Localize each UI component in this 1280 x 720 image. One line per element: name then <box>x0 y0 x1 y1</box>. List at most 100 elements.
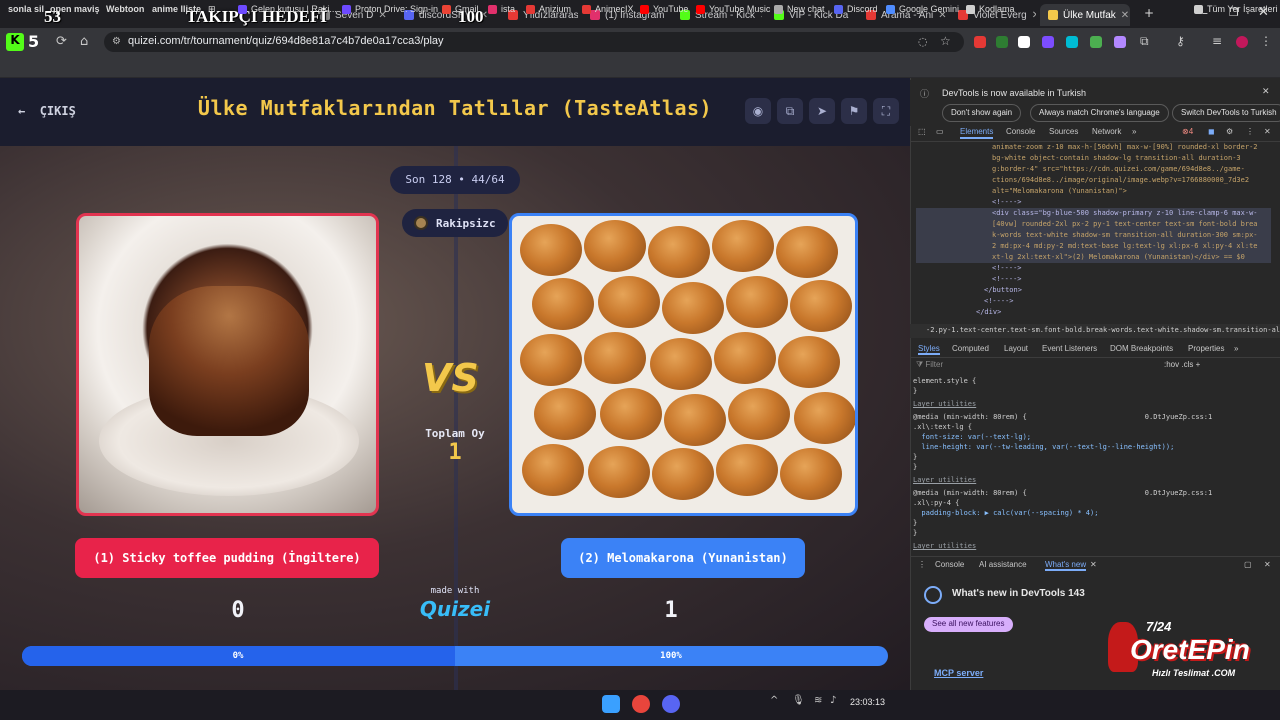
left-choice-button[interactable]: (1) Sticky toffee pudding (İngiltere) <box>75 538 379 578</box>
match-language-button[interactable]: Always match Chrome's language <box>1030 104 1169 122</box>
dont-show-again-button[interactable]: Don't show again <box>942 104 1022 122</box>
bookmark-item[interactable]: open maviş <box>50 4 100 14</box>
dom-line[interactable]: <!----> <box>916 296 1271 307</box>
dom-tree[interactable]: animate-zoom z-10 max-h-[50dvh] max-w-[9… <box>916 142 1271 322</box>
flag-icon[interactable]: ⚑ <box>841 98 867 124</box>
dom-line[interactable]: <div class="bg-blue-500 shadow-primary z… <box>916 208 1271 219</box>
right-choice-image[interactable] <box>509 213 858 516</box>
error-count-badge[interactable]: ⊗4 <box>1182 127 1193 136</box>
chrome-icon[interactable] <box>632 695 650 713</box>
more-subtabs-icon[interactable]: » <box>1234 344 1238 353</box>
switch-turkish-button[interactable]: Switch DevTools to Turkish <box>1172 104 1280 122</box>
volume-icon[interactable]: ♪ <box>830 695 836 706</box>
styles-filter-input[interactable]: ⧩ Filter :hov .cls + <box>916 360 1276 372</box>
extension-icon[interactable] <box>974 36 986 48</box>
discord-icon[interactable] <box>662 695 680 713</box>
extension-icon[interactable] <box>1042 36 1054 48</box>
tab-console[interactable]: Console <box>1006 127 1035 136</box>
all-bookmarks-folder[interactable]: Tüm Yer İşaretleri <box>1194 4 1278 14</box>
issues-icon[interactable]: ◼ <box>1208 127 1215 136</box>
dom-breadcrumb[interactable]: -2.py-1.text-center.text-sm.font-bold.br… <box>910 324 1280 338</box>
tab-sources[interactable]: Sources <box>1049 127 1078 136</box>
dom-line[interactable]: <!----> <box>916 263 1271 274</box>
device-toggle-icon[interactable]: ▭ <box>936 127 944 136</box>
drawer-menu-icon[interactable]: ⋮ <box>918 560 926 569</box>
home-icon[interactable]: ⌂ <box>80 34 88 49</box>
reload-icon[interactable]: ⟳ <box>56 34 67 49</box>
bookmark-item[interactable]: YouTube Music <box>696 4 770 14</box>
mcp-server-link[interactable]: MCP server <box>934 668 983 678</box>
bookmark-item[interactable]: Gmail <box>442 4 479 14</box>
bookmark-item[interactable]: Gelen kutusu | Raki... <box>238 4 337 14</box>
drawer-tab-console[interactable]: Console <box>935 560 964 569</box>
dom-line[interactable]: bg-white object-contain shadow-lg transi… <box>916 153 1271 164</box>
css-rules[interactable]: element.style {} Layer utilities @media (m… <box>913 376 1273 556</box>
share-copy-icon[interactable]: ⧉ <box>777 98 803 124</box>
bookmark-item[interactable]: Anizium <box>526 4 571 14</box>
more-tabs-icon[interactable]: » <box>1132 127 1136 136</box>
bookmark-item[interactable]: Discord <box>834 4 878 14</box>
bookmark-item[interactable]: New chat <box>774 4 825 14</box>
bookmark-star-icon[interactable]: ☆ <box>940 34 951 48</box>
dom-line[interactable]: <!----> <box>916 197 1271 208</box>
dom-line[interactable]: xt-lg 2xl:text-xl">(2) Melomakarona (Yun… <box>916 252 1271 263</box>
profile-avatar[interactable] <box>1236 36 1248 48</box>
tab-network[interactable]: Network <box>1092 127 1121 136</box>
bookmark-item[interactable]: Google Gemini <box>886 4 959 14</box>
bookmark-item[interactable]: sonla sil <box>8 4 44 14</box>
dom-line[interactable]: <!----> <box>916 274 1271 285</box>
eye-icon[interactable]: ◉ <box>745 98 771 124</box>
dom-line[interactable]: g:border-4" src="https://cdn.quizei.com/… <box>916 164 1271 175</box>
drawer-tab-ai[interactable]: AI assistance <box>979 560 1027 569</box>
close-drawer-icon[interactable]: ✕ <box>1264 560 1271 569</box>
dom-line[interactable]: alt="Melomakarona (Yunanistan)"> <box>916 186 1271 197</box>
dom-line[interactable]: 2 md:px-4 md:py-2 md:text-base lg:text-l… <box>916 241 1271 252</box>
left-choice-image[interactable] <box>76 213 379 516</box>
windows-start-icon[interactable] <box>602 695 620 713</box>
dom-line[interactable]: </div> <box>916 307 1271 318</box>
dom-line[interactable]: </button> <box>916 285 1271 296</box>
wifi-icon[interactable]: ≋ <box>814 695 822 706</box>
extension-icon[interactable] <box>1090 36 1102 48</box>
chevron-up-icon[interactable]: ^ <box>770 695 778 706</box>
dock-icon[interactable]: ▢ <box>1244 560 1252 569</box>
see-all-features-button[interactable]: See all new features <box>924 617 1013 632</box>
devtools-menu-icon[interactable]: ⋮ <box>1246 127 1254 136</box>
styles-subtab[interactable]: Computed <box>952 344 989 353</box>
dom-line[interactable]: k-words text-white shadow-sm transition-… <box>916 230 1271 241</box>
dom-line[interactable]: animate-zoom z-10 max-h-[50dvh] max-w-[9… <box>916 142 1271 153</box>
extension-icon[interactable] <box>1066 36 1078 48</box>
bookmark-item[interactable]: Proton Drive: Sign-in <box>342 4 438 14</box>
bookmark-item[interactable]: Webtoon <box>106 4 144 14</box>
tab-close-icon[interactable]: ✕ <box>1032 10 1036 21</box>
styles-subtab[interactable]: DOM Breakpoints <box>1110 344 1173 353</box>
bookmark-item[interactable]: ista <box>488 4 515 14</box>
quizei-logo[interactable]: Quizei <box>405 597 505 621</box>
bookmark-item[interactable]: YouTube <box>640 4 688 14</box>
hov-cls-toggle[interactable]: :hov .cls + <box>1164 360 1200 369</box>
styles-subtab[interactable]: Styles <box>918 344 940 355</box>
extensions-puzzle-icon[interactable]: ⧉ <box>1140 34 1149 49</box>
extension-icon[interactable] <box>1018 36 1030 48</box>
close-notice-icon[interactable]: ✕ <box>1262 86 1270 97</box>
right-choice-button[interactable]: (2) Melomakarona (Yunanistan) <box>561 538 805 578</box>
bookmark-item[interactable]: anime lliste <box>152 4 201 14</box>
tab-close-icon[interactable]: ✕ <box>1121 10 1129 21</box>
settings-gear-icon[interactable]: ⚙ <box>1226 127 1233 136</box>
dom-line[interactable]: ctions/694d8e8../image/original/image.we… <box>916 175 1271 186</box>
apps-grid-icon[interactable]: ⊞ <box>208 4 216 15</box>
bookmark-item[interactable]: AnimecIX <box>582 4 634 14</box>
reading-list-icon[interactable]: ≡ <box>1212 34 1222 48</box>
extension-icon[interactable] <box>1114 36 1126 48</box>
eye-off-icon[interactable]: ◌ <box>918 35 928 48</box>
extension-icon[interactable] <box>996 36 1008 48</box>
send-icon[interactable]: ➤ <box>809 98 835 124</box>
microphone-icon[interactable]: 🎙 <box>792 695 805 706</box>
password-key-icon[interactable]: ⚷ <box>1176 34 1185 48</box>
inspect-icon[interactable]: ⬚ <box>918 127 926 136</box>
close-drawer-tab-icon[interactable]: ✕ <box>1090 560 1097 569</box>
url-input[interactable]: quizei.com/tr/tournament/quiz/694d8e81a7… <box>104 32 964 52</box>
fullscreen-icon[interactable]: ⛶ <box>873 98 899 124</box>
drawer-tab-whatsnew[interactable]: What's new <box>1045 560 1087 571</box>
browser-tab[interactable]: Ülke Mutfak ✕ <box>1040 4 1130 26</box>
